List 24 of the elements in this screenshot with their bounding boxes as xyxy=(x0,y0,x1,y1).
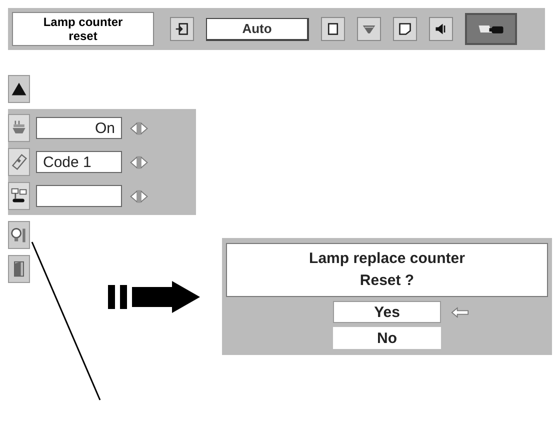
left-right-arrows-icon[interactable] xyxy=(128,120,150,136)
projector-icon[interactable] xyxy=(465,13,517,45)
speaker-icon[interactable] xyxy=(429,17,453,41)
square-icon[interactable] xyxy=(321,17,345,41)
exit-door-icon[interactable] xyxy=(8,255,30,283)
funnel-icon[interactable] xyxy=(357,17,381,41)
remote-icon[interactable] xyxy=(8,148,30,176)
value-field[interactable]: On xyxy=(36,117,122,139)
input-icon[interactable] xyxy=(170,17,194,41)
option-button[interactable]: Yes xyxy=(333,301,441,323)
screen-icon[interactable] xyxy=(393,17,417,41)
left-right-arrows-icon[interactable] xyxy=(128,154,150,170)
dialog-message: Lamp replace counter Reset ? xyxy=(226,243,548,297)
menu-title: Lamp counter reset xyxy=(12,12,154,46)
network-icon[interactable] xyxy=(8,182,30,210)
power-plug-icon[interactable] xyxy=(8,114,30,142)
option-button[interactable]: No xyxy=(333,327,441,349)
value-field[interactable]: Code 1 xyxy=(36,151,122,173)
mode-field[interactable]: Auto xyxy=(206,18,309,40)
left-right-arrows-icon[interactable] xyxy=(128,188,150,204)
selection-arrow-icon xyxy=(451,306,469,318)
value-field[interactable] xyxy=(36,185,122,207)
pointing-arrow-icon xyxy=(108,281,200,313)
lamp-icon[interactable] xyxy=(8,221,30,249)
